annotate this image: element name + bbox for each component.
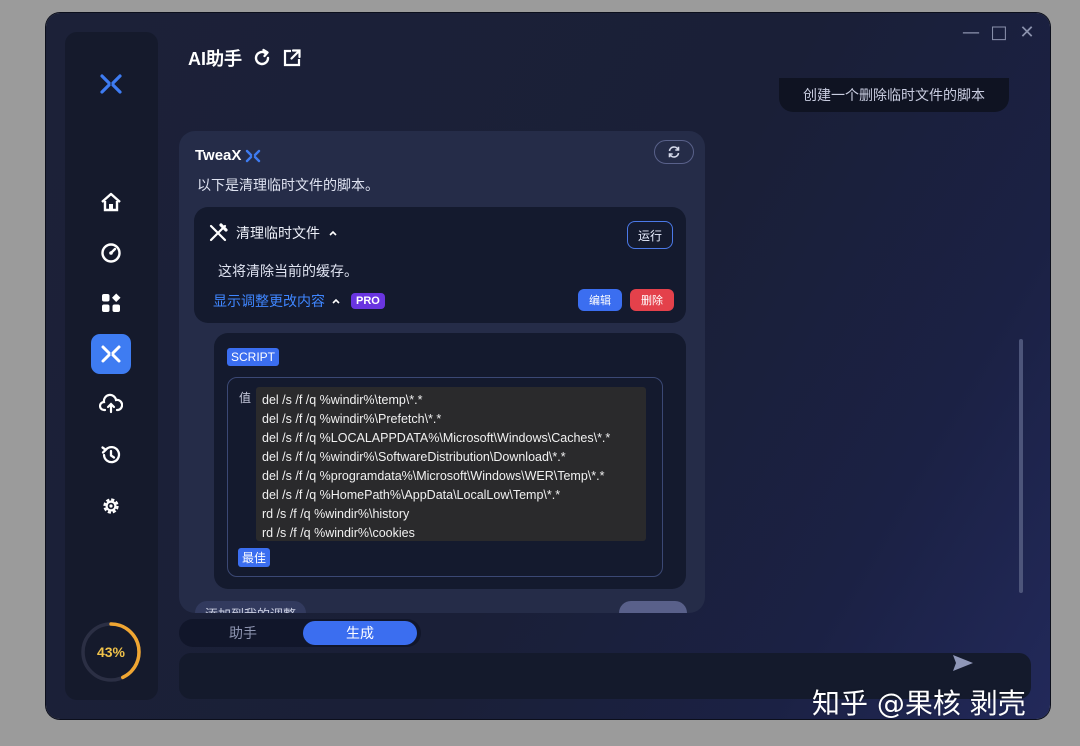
sidebar-item-history[interactable] — [91, 435, 131, 475]
show-changes-link[interactable]: 显示调整更改内容 PRO — [213, 291, 385, 311]
chevron-up-icon — [332, 298, 340, 304]
add-to-my-tweaks-label: 添加到我的调整 — [205, 604, 296, 614]
assistant-message-card: TweaX 以下是清理临时文件的脚本。 清理临时文件 运行 这将清除当前的缓存。… — [179, 131, 705, 613]
gear-icon — [103, 498, 119, 514]
run-button[interactable]: 运行 — [627, 221, 673, 249]
refresh-icon — [668, 146, 680, 158]
page-title: AI助手 — [188, 49, 242, 69]
sidebar-item-settings[interactable] — [91, 486, 131, 526]
sidebar-item-performance[interactable] — [91, 233, 131, 273]
tweak-card: 清理临时文件 运行 这将清除当前的缓存。 显示调整更改内容 PRO 编辑 删除 — [194, 207, 686, 323]
assistant-name: TweaX — [195, 147, 242, 164]
page-title-row: AI助手 — [188, 45, 302, 71]
x-logo-icon — [101, 345, 121, 363]
sidebar-item-home[interactable] — [91, 182, 131, 222]
tweak-title-row[interactable]: 清理临时文件 — [208, 223, 338, 243]
regenerate-button[interactable] — [654, 140, 694, 164]
maximize-button[interactable]: □ — [990, 22, 1008, 43]
assistant-intro: 以下是清理临时文件的脚本。 — [197, 178, 379, 194]
pro-badge: PRO — [351, 293, 385, 309]
sidebar-item-cloud-upload[interactable] — [91, 384, 131, 424]
tab-assistant[interactable]: 助手 — [191, 621, 295, 645]
chat-scrollbar[interactable] — [1019, 339, 1023, 593]
x-logo-icon — [246, 149, 261, 162]
close-button[interactable]: ✕ — [1018, 22, 1036, 43]
cloud-upload-icon — [99, 393, 123, 414]
refresh-icon[interactable] — [252, 48, 272, 68]
script-value-box: 值 del /s /f /q %windir%\temp\*.* del /s … — [227, 377, 663, 577]
minimize-button[interactable]: — — [962, 22, 980, 43]
delete-button[interactable]: 删除 — [630, 289, 674, 311]
chevron-up-icon — [329, 230, 337, 236]
tab-generate[interactable]: 生成 — [303, 621, 417, 645]
gauge-icon — [101, 243, 121, 263]
external-link-icon[interactable] — [282, 48, 302, 68]
best-tag: 最佳 — [238, 548, 271, 567]
tweak-title: 清理临时文件 — [236, 226, 320, 242]
script-code[interactable]: del /s /f /q %windir%\temp\*.* del /s /f… — [256, 387, 646, 541]
watermark: 知乎 @果核 剥壳 — [812, 687, 1026, 720]
sidebar-item-ai-assistant[interactable] — [91, 334, 131, 374]
home-icon — [101, 192, 121, 212]
apply-button[interactable] — [619, 601, 687, 613]
value-label: 值 — [239, 391, 252, 405]
show-changes-label: 显示调整更改内容 — [213, 294, 325, 310]
history-icon — [101, 445, 121, 464]
sidebar: 43% — [65, 32, 158, 700]
script-tag: SCRIPT — [227, 348, 280, 366]
progress-percent: 43% — [96, 644, 126, 660]
apps-grid-icon — [102, 293, 121, 312]
assistant-name-row: TweaX — [195, 147, 261, 164]
x-logo-icon[interactable] — [97, 70, 125, 98]
sidebar-item-apps[interactable] — [91, 283, 131, 323]
send-icon[interactable] — [951, 652, 975, 674]
script-panel: SCRIPT 值 del /s /f /q %windir%\temp\*.* … — [214, 333, 686, 589]
app-window: — □ ✕ 43% AI助手 创建一个删除临时文件的脚本 TweaX 以下是清理… — [46, 13, 1050, 719]
broom-tools-icon — [209, 223, 228, 242]
tweak-description: 这将清除当前的缓存。 — [218, 264, 358, 280]
window-controls: — □ ✕ — [962, 22, 1036, 43]
user-message: 创建一个删除临时文件的脚本 — [779, 78, 1009, 112]
add-to-my-tweaks-button[interactable]: 添加到我的调整 — [195, 601, 307, 614]
mode-tabs: 助手 生成 — [179, 619, 421, 647]
edit-button[interactable]: 编辑 — [578, 289, 622, 311]
